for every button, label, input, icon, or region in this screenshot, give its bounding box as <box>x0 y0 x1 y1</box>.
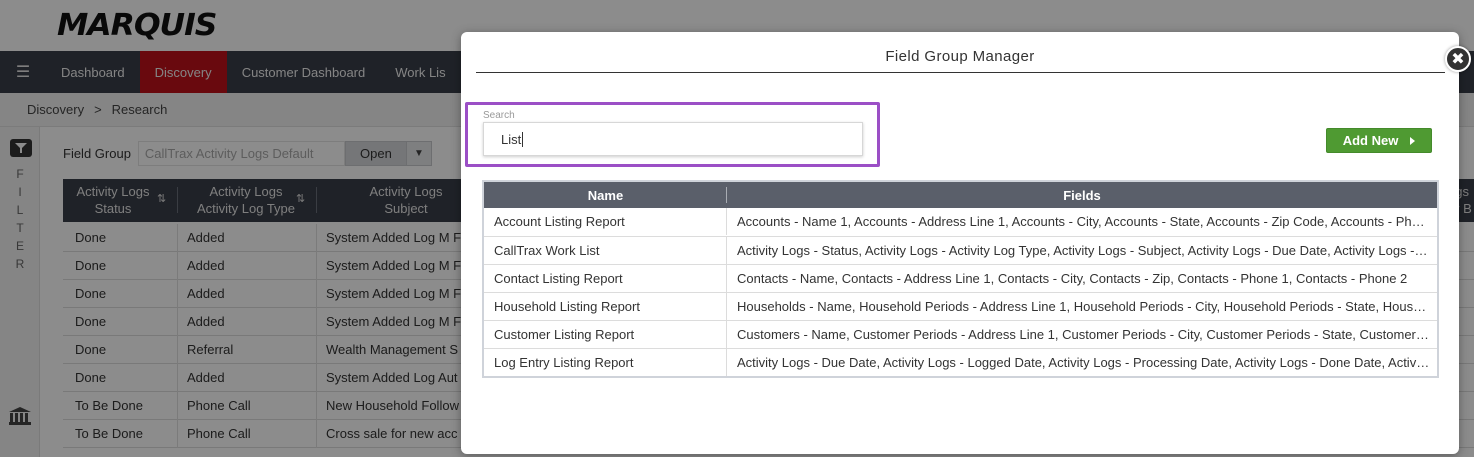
add-new-label: Add New <box>1342 133 1399 148</box>
title-divider <box>476 72 1445 73</box>
column-fields-header[interactable]: Fields <box>727 188 1437 203</box>
field-group-manager-modal: Field Group Manager ✖ Search List Add Ne… <box>461 32 1471 454</box>
row-fields: Accounts - Name 1, Accounts - Address Li… <box>737 214 1431 229</box>
column-name-header[interactable]: Name <box>484 188 727 203</box>
table-header: Name Fields <box>484 182 1437 208</box>
row-fields: Activity Logs - Status, Activity Logs - … <box>737 243 1431 258</box>
row-fields: Activity Logs - Due Date, Activity Logs … <box>737 355 1431 370</box>
field-group-table: Name Fields Account Listing Report Accou… <box>482 180 1439 378</box>
row-name: Household Listing Report <box>494 299 640 314</box>
modal-title: Field Group Manager <box>885 48 1035 65</box>
search-input[interactable]: List <box>483 122 863 156</box>
row-name: Customer Listing Report <box>494 327 635 342</box>
add-new-button[interactable]: Add New <box>1326 128 1432 153</box>
table-row[interactable]: CallTrax Work List Activity Logs - Statu… <box>484 236 1437 264</box>
row-fields: Contacts - Name, Contacts - Address Line… <box>737 271 1408 286</box>
search-label: Search <box>483 110 515 121</box>
search-value: List <box>501 131 522 147</box>
caret-right-icon <box>1410 136 1416 145</box>
table-row[interactable]: Customer Listing Report Customers - Name… <box>484 320 1437 348</box>
row-name: Log Entry Listing Report <box>494 355 634 370</box>
row-name: CallTrax Work List <box>494 243 600 258</box>
row-fields: Households - Name, Household Periods - A… <box>737 299 1431 314</box>
row-fields: Customers - Name, Customer Periods - Add… <box>737 327 1431 342</box>
row-name: Contact Listing Report <box>494 271 623 286</box>
row-name: Account Listing Report <box>494 214 625 229</box>
table-body: Account Listing Report Accounts - Name 1… <box>484 208 1437 376</box>
table-row[interactable]: Contact Listing Report Contacts - Name, … <box>484 264 1437 292</box>
close-icon[interactable]: ✖ <box>1445 46 1471 72</box>
table-row[interactable]: Log Entry Listing Report Activity Logs -… <box>484 348 1437 376</box>
text-cursor <box>522 131 524 147</box>
table-row[interactable]: Account Listing Report Accounts - Name 1… <box>484 208 1437 236</box>
table-row[interactable]: Household Listing Report Households - Na… <box>484 292 1437 320</box>
